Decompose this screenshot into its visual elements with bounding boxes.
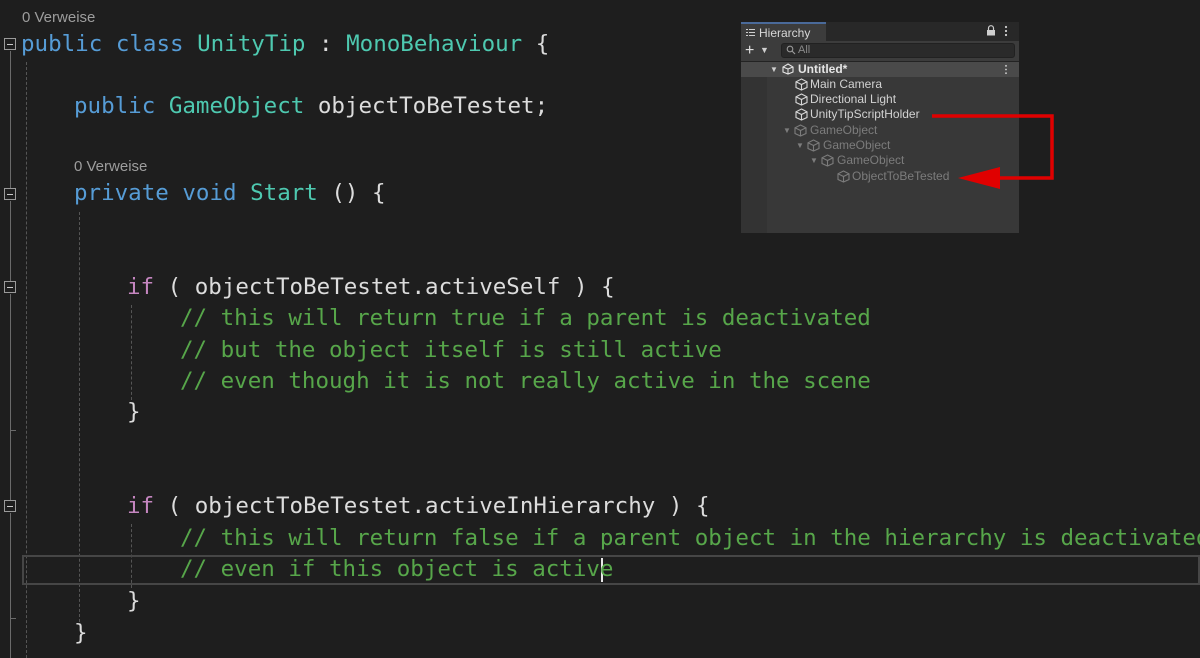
plus-icon[interactable]: +	[745, 43, 754, 59]
condition-expression: objectToBeTestet.activeSelf	[194, 274, 561, 300]
outline-bar-class	[10, 51, 11, 188]
kebab-icon[interactable]	[1004, 25, 1008, 37]
close-brace: }	[74, 620, 88, 646]
expand-arrow-icon[interactable]: ▼	[796, 138, 804, 153]
hierarchy-gutter	[741, 77, 767, 233]
hierarchy-item-label: Directional Light	[810, 92, 897, 106]
keyword-class: class	[115, 31, 184, 57]
method-name: Start	[250, 180, 318, 206]
class-name: UnityTip	[197, 31, 306, 57]
close-paren-brace: ) {	[668, 493, 710, 519]
tab-hierarchy-label: Hierarchy	[759, 26, 811, 40]
code-line-field-declaration: public GameObject objectToBeTestet;	[74, 91, 548, 121]
hierarchy-toolbar: + ▼ All	[741, 41, 1019, 62]
method-params: () {	[331, 180, 386, 206]
dropdown-caret-icon[interactable]: ▼	[760, 45, 769, 55]
field-type: GameObject	[168, 93, 305, 119]
open-paren: (	[167, 493, 182, 519]
field-name: objectToBeTestet;	[317, 93, 549, 119]
hierarchy-item-label: GameObject	[810, 123, 878, 137]
gameobject-cube-icon	[795, 78, 808, 91]
lock-icon[interactable]	[986, 25, 996, 36]
hierarchy-tab-bar: Hierarchy	[741, 22, 1019, 42]
condition-expression: objectToBeTestet.activeInHierarchy	[194, 493, 656, 519]
code-comment: // this will return true if a parent is …	[180, 305, 871, 331]
outline-bar-gap	[10, 431, 11, 500]
code-comment: // but the object itself is still active	[180, 337, 722, 363]
base-class-name: MonoBehaviour	[346, 31, 523, 57]
expand-arrow-icon[interactable]: ▼	[783, 123, 791, 138]
code-line-class-declaration: public class UnityTip : MonoBehaviour {	[21, 29, 549, 59]
hierarchy-item-label: ObjectToBeTested	[852, 169, 950, 183]
unity-logo-icon	[782, 63, 794, 75]
keyword-public: public	[21, 31, 103, 57]
code-line-if-activeinhierarchy: if ( objectToBeTestet.activeInHierarchy …	[127, 491, 710, 521]
close-brace: }	[127, 588, 141, 614]
keyword-private: private	[74, 180, 169, 206]
outline-end-if2	[10, 618, 16, 619]
code-comment: // even though it is not really active i…	[180, 368, 871, 394]
codelens-method-references[interactable]: 0 Verweise	[74, 158, 147, 175]
gameobject-cube-icon	[807, 139, 820, 152]
indent-guide-3	[131, 305, 132, 400]
expand-arrow-icon[interactable]: ▼	[770, 62, 778, 77]
outline-bar-start	[10, 201, 11, 281]
tab-hierarchy[interactable]: Hierarchy	[741, 22, 826, 42]
search-placeholder: All	[798, 44, 811, 56]
code-editor[interactable]: 0 Verweise 0 Verweise public class Unity…	[0, 0, 1200, 658]
fold-toggle-if1[interactable]	[4, 281, 16, 293]
close-brace: }	[127, 399, 141, 425]
hierarchy-item-label: GameObject	[823, 138, 891, 152]
hierarchy-item-label: UnityTipScriptHolder	[810, 107, 920, 121]
code-line-method-declaration: private void Start () {	[74, 178, 386, 208]
code-comment: // even if this object is active	[180, 556, 614, 582]
gameobject-cube-icon	[821, 154, 834, 167]
hierarchy-item-label: GameObject	[837, 153, 905, 167]
gameobject-cube-icon	[795, 108, 808, 121]
scene-row[interactable]: ▼ Untitled*	[741, 62, 1019, 77]
open-paren: (	[167, 274, 182, 300]
keyword-if: if	[127, 493, 155, 519]
gameobject-cube-icon	[794, 124, 807, 137]
hierarchy-search-input[interactable]: All	[781, 43, 1015, 58]
keyword-if: if	[127, 274, 155, 300]
hierarchy-item-label: Main Camera	[810, 77, 883, 91]
scene-kebab-icon[interactable]	[1004, 64, 1008, 75]
colon: :	[319, 31, 333, 57]
close-paren-brace: ) {	[574, 274, 615, 300]
keyword-void: void	[182, 180, 237, 206]
list-icon	[746, 29, 755, 36]
outline-bar-if2	[10, 513, 11, 658]
code-comment: // this will return false if a parent ob…	[180, 525, 1200, 551]
search-icon	[786, 45, 796, 55]
keyword-public: public	[74, 93, 156, 119]
scene-name: Untitled*	[798, 62, 848, 76]
outline-bar-if1	[10, 294, 11, 430]
hierarchy-panel: Hierarchy + ▼ All ▼ Untitled* Main Camer…	[741, 22, 1019, 233]
fold-toggle-class[interactable]	[4, 38, 16, 50]
fold-toggle-start[interactable]	[4, 188, 16, 200]
code-line-if-activeself: if ( objectToBeTestet.activeSelf ) {	[127, 272, 615, 302]
fold-toggle-if2[interactable]	[4, 500, 16, 512]
codelens-class-references[interactable]: 0 Verweise	[22, 9, 95, 26]
gameobject-cube-icon	[837, 170, 850, 183]
expand-arrow-icon[interactable]: ▼	[810, 153, 818, 168]
open-brace: {	[535, 31, 550, 57]
gameobject-cube-icon	[795, 93, 808, 106]
